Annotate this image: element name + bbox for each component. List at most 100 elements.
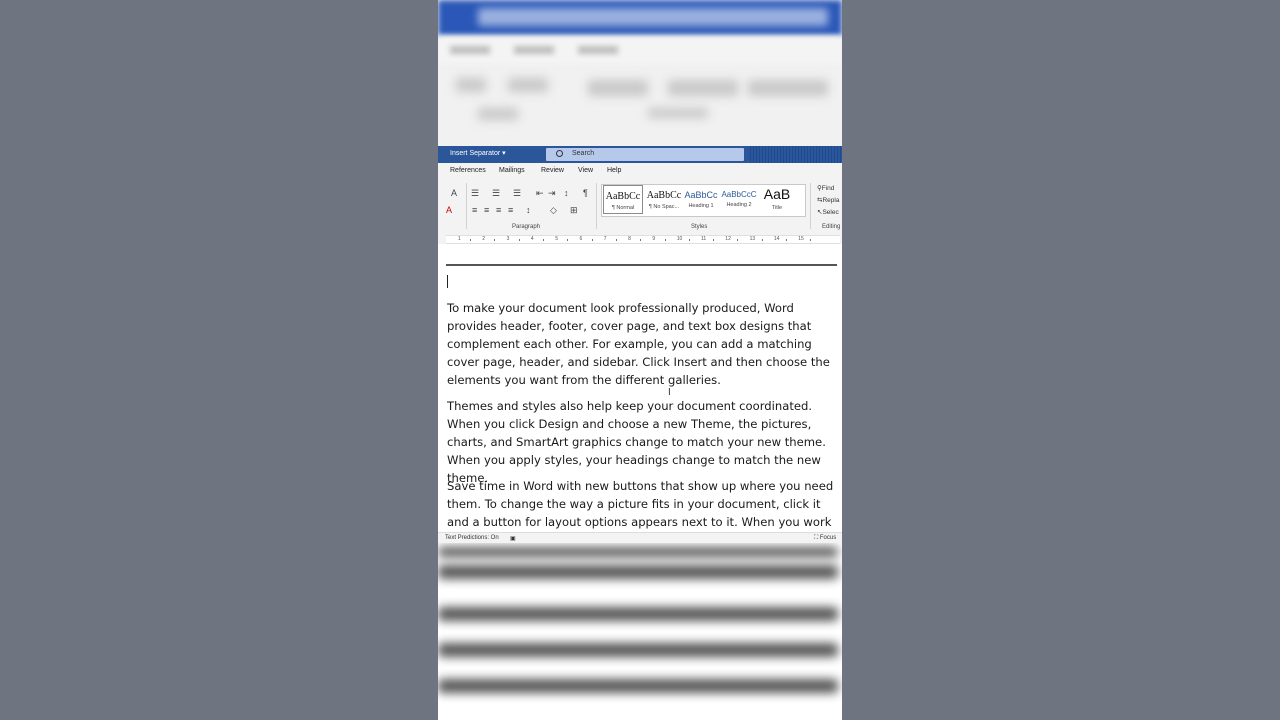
ruler-number: 10 bbox=[676, 236, 683, 242]
editing-group-label: Editing bbox=[822, 224, 841, 230]
ruler-number: 15 bbox=[798, 236, 804, 242]
insert-separator-button[interactable]: Insert Separator ▾ bbox=[450, 149, 506, 157]
ruler-tick bbox=[664, 239, 666, 241]
focus-icon: ⛶ bbox=[814, 535, 819, 541]
text-predictions-status[interactable]: Text Predictions: On bbox=[445, 535, 499, 541]
tab-view[interactable]: View bbox=[578, 167, 593, 174]
header-rule bbox=[446, 264, 837, 266]
style-no-spacing[interactable]: AaBbCc ¶ No Spac... bbox=[644, 185, 684, 214]
ruler-number: 9 bbox=[652, 236, 656, 242]
ruler-track: 1 2 3 4 5 6 7 8 9 10 11 12 13 14 15 bbox=[446, 235, 840, 244]
ruler-tick bbox=[640, 239, 642, 241]
shading-icon[interactable]: ◇ bbox=[550, 205, 557, 215]
ruler-number: 5 bbox=[555, 236, 558, 242]
style-name: ¶ No Spac... bbox=[648, 204, 680, 210]
ruler-number: 3 bbox=[506, 236, 510, 242]
ruler-number: 13 bbox=[749, 236, 756, 242]
ruler-tick bbox=[713, 239, 715, 241]
style-sample: AaBbCc bbox=[684, 190, 718, 200]
ribbon-tabs: References Mailings Review View Help bbox=[438, 163, 842, 180]
accessibility-icon[interactable]: ▣ bbox=[510, 535, 516, 542]
pilcrow-icon[interactable]: ¶ bbox=[583, 188, 588, 198]
replace-label: Repla bbox=[822, 197, 840, 204]
style-heading-1[interactable]: AaBbCc Heading 1 bbox=[681, 185, 721, 214]
align-right-icon[interactable]: ≡ bbox=[496, 205, 501, 215]
word-app-video-frame: Insert Separator ▾ Search References Mai… bbox=[438, 0, 842, 720]
line-spacing-icon[interactable]: ↕ bbox=[526, 205, 531, 215]
select-label: Selec bbox=[822, 209, 839, 216]
ruler-tick bbox=[786, 239, 788, 241]
increase-indent-icon[interactable]: ⇥ bbox=[548, 188, 556, 198]
style-name: Heading 2 bbox=[726, 202, 752, 208]
style-title[interactable]: AaB Title bbox=[757, 185, 797, 214]
ruler-tick bbox=[470, 239, 472, 241]
style-sample: AaBbCcC bbox=[721, 190, 757, 199]
replace-button[interactable]: ⇆Repla bbox=[817, 196, 839, 204]
ruler-tick bbox=[518, 239, 520, 241]
style-heading-2[interactable]: AaBbCcC Heading 2 bbox=[719, 185, 759, 214]
focus-label: Focus bbox=[819, 535, 837, 541]
ruler[interactable]: 1 2 3 4 5 6 7 8 9 10 11 12 13 14 15 bbox=[438, 233, 842, 244]
styles-group-label: Styles bbox=[691, 224, 708, 230]
style-sample: AaBbCc bbox=[605, 191, 641, 202]
style-sample: AaB bbox=[763, 186, 791, 202]
ruler-number: 12 bbox=[725, 236, 731, 242]
ruler-number: 8 bbox=[628, 236, 631, 242]
style-name: Title bbox=[771, 205, 783, 211]
document-page[interactable]: To make your document look professionall… bbox=[438, 244, 842, 532]
font-color-icon[interactable]: A bbox=[446, 205, 452, 215]
paragraph-1[interactable]: To make your document look professionall… bbox=[447, 299, 839, 389]
ruler-tick bbox=[567, 239, 569, 241]
ruler-number: 7 bbox=[603, 236, 607, 242]
numbering-icon[interactable]: ☰ bbox=[492, 188, 500, 198]
ruler-number: 1 bbox=[458, 236, 461, 242]
search-box[interactable]: Search bbox=[546, 148, 744, 161]
ruler-number: 2 bbox=[482, 236, 486, 242]
ruler-number: 14 bbox=[773, 236, 780, 242]
style-name: Heading 1 bbox=[688, 203, 714, 209]
title-bar-right-region bbox=[748, 146, 842, 163]
find-button[interactable]: ⚲Find bbox=[817, 184, 834, 192]
ruler-tick bbox=[615, 239, 617, 241]
multilevel-list-icon[interactable]: ☰ bbox=[513, 188, 521, 198]
tab-help[interactable]: Help bbox=[607, 167, 621, 174]
i-beam-cursor-icon: I bbox=[668, 387, 671, 398]
justify-icon[interactable]: ≡ bbox=[508, 205, 513, 215]
ruler-tick bbox=[810, 239, 812, 241]
style-name: ¶ Normal bbox=[611, 205, 635, 211]
ruler-tick bbox=[591, 239, 593, 241]
chevron-down-icon: ▾ bbox=[502, 150, 506, 157]
text-cursor bbox=[447, 275, 448, 288]
search-icon bbox=[556, 150, 563, 157]
select-button[interactable]: ↖Selec bbox=[817, 208, 839, 216]
ribbon: A A ☰ ☰ ☰ ⇤ ⇥ ↕ ¶ ≡ ≡ ≡ ≡ ↕ ◇ ⊞ Paragrap… bbox=[438, 180, 842, 234]
search-placeholder: Search bbox=[572, 150, 595, 157]
find-label: Find bbox=[821, 185, 835, 192]
title-bar: Insert Separator ▾ Search bbox=[438, 146, 842, 163]
style-normal[interactable]: AaBbCc ¶ Normal bbox=[603, 185, 643, 214]
align-left-icon[interactable]: ≡ bbox=[472, 205, 477, 215]
focus-button[interactable]: ⛶ Focus bbox=[814, 535, 836, 542]
borders-icon[interactable]: ⊞ bbox=[570, 205, 578, 215]
tab-references[interactable]: References bbox=[450, 167, 486, 174]
sort-icon[interactable]: ↕ bbox=[564, 188, 569, 198]
bullets-icon[interactable]: ☰ bbox=[471, 188, 479, 198]
text-effects-icon[interactable]: A bbox=[451, 188, 457, 198]
paragraph-3[interactable]: Save time in Word with new buttons that … bbox=[447, 477, 839, 532]
ruler-tick bbox=[761, 239, 763, 241]
ruler-tick bbox=[543, 239, 545, 241]
tab-review[interactable]: Review bbox=[541, 167, 564, 174]
decrease-indent-icon[interactable]: ⇤ bbox=[536, 188, 544, 198]
ruler-tick bbox=[737, 239, 739, 241]
styles-gallery: AaBbCc ¶ Normal AaBbCc ¶ No Spac... AaBb… bbox=[601, 184, 806, 217]
ruler-number: 6 bbox=[579, 236, 583, 242]
paragraph-group-label: Paragraph bbox=[512, 224, 541, 230]
ruler-number: 11 bbox=[701, 236, 707, 242]
paragraph-2[interactable]: Themes and styles also help keep your do… bbox=[447, 397, 839, 487]
blurred-zoomed-document bbox=[438, 543, 842, 720]
align-center-icon[interactable]: ≡ bbox=[484, 205, 489, 215]
ruler-tick bbox=[688, 239, 690, 241]
ruler-tick bbox=[494, 239, 496, 241]
insert-separator-label: Insert Separator bbox=[450, 150, 501, 157]
tab-mailings[interactable]: Mailings bbox=[499, 167, 525, 174]
